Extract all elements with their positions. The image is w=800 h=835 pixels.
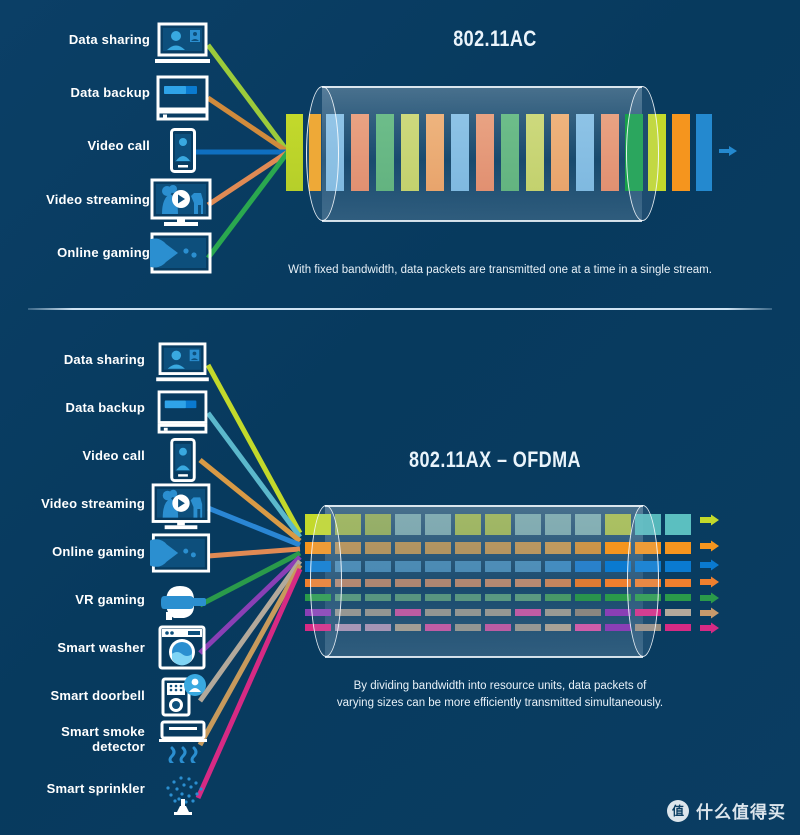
device-icon-monitor-progress-ac[interactable] <box>155 75 210 121</box>
cylinder-bottom-edge-ac <box>322 220 642 222</box>
output-arrow-ac <box>719 146 737 156</box>
section-caption-ac: With fixed bandwidth, data packets are t… <box>288 264 712 276</box>
packet-stream-group-ac <box>326 114 636 191</box>
packet-stream-6 <box>476 114 494 191</box>
section-802-11ac: 802.11AC Data sharing Data backup Video … <box>0 0 800 305</box>
device-icon-tv-play-safari-ac[interactable] <box>150 178 212 230</box>
packet-stream-1 <box>351 114 369 191</box>
watermark-badge-icon: 值 <box>667 799 689 822</box>
packet-stream-3 <box>401 114 419 191</box>
device-icon-doorbell-person[interactable] <box>160 673 208 717</box>
device-icon-washing-machine[interactable] <box>158 625 206 670</box>
packet-out-2 <box>672 114 690 191</box>
cylinder-cap-left-ac <box>306 86 339 221</box>
cylinder-cap-right-ac <box>626 86 659 221</box>
section-802-11ax-ofdma: 802.11AX – OFDMA Data sharing Data backu… <box>0 320 800 835</box>
device-icon-monitor-pacman-ac[interactable] <box>150 232 212 274</box>
cylinder-cap-right-ax <box>627 505 659 657</box>
ofdma-output-arrows <box>700 514 719 634</box>
packet-stream-9 <box>551 114 569 191</box>
cylinder-bottom-edge-ax <box>325 656 643 658</box>
packet-in-0 <box>286 114 303 191</box>
watermark-text: 什么值得买 <box>696 803 786 822</box>
device-icon-smoke-detector[interactable] <box>158 718 208 763</box>
device-icon-smartphone-person-ac[interactable] <box>170 128 196 173</box>
packet-stream-11 <box>601 114 619 191</box>
device-icon-laptop-video-share-ac[interactable] <box>155 22 210 68</box>
cylinder-top-edge-ac <box>322 86 642 88</box>
watermark: 值 什么值得买 <box>667 798 786 823</box>
packet-stream-2 <box>376 114 394 191</box>
cylinder-top-edge-ax <box>325 505 643 507</box>
packet-stream-10 <box>576 114 594 191</box>
device-icon-monitor-progress-ax[interactable] <box>155 390 210 434</box>
packet-stream-8 <box>526 114 544 191</box>
section-caption-ax: By dividing bandwidth into resource unit… <box>336 680 664 709</box>
device-icon-vr-headset[interactable] <box>158 580 208 622</box>
device-icon-tv-play-safari-ax[interactable] <box>150 483 212 533</box>
device-icon-sprinkler[interactable] <box>158 768 208 816</box>
section-divider <box>28 308 772 310</box>
packet-stream-5 <box>451 114 469 191</box>
device-icon-monitor-pacman-ax[interactable] <box>150 533 212 573</box>
packet-stream-7 <box>501 114 519 191</box>
packet-out-3 <box>696 114 712 191</box>
infographic-root: 802.11AC Data sharing Data backup Video … <box>0 0 800 835</box>
device-icon-laptop-video-share-ax[interactable] <box>155 342 210 386</box>
device-icon-smartphone-person-ax[interactable] <box>170 438 196 482</box>
cylinder-cap-left-ax <box>310 505 342 657</box>
packet-stream-4 <box>426 114 444 191</box>
